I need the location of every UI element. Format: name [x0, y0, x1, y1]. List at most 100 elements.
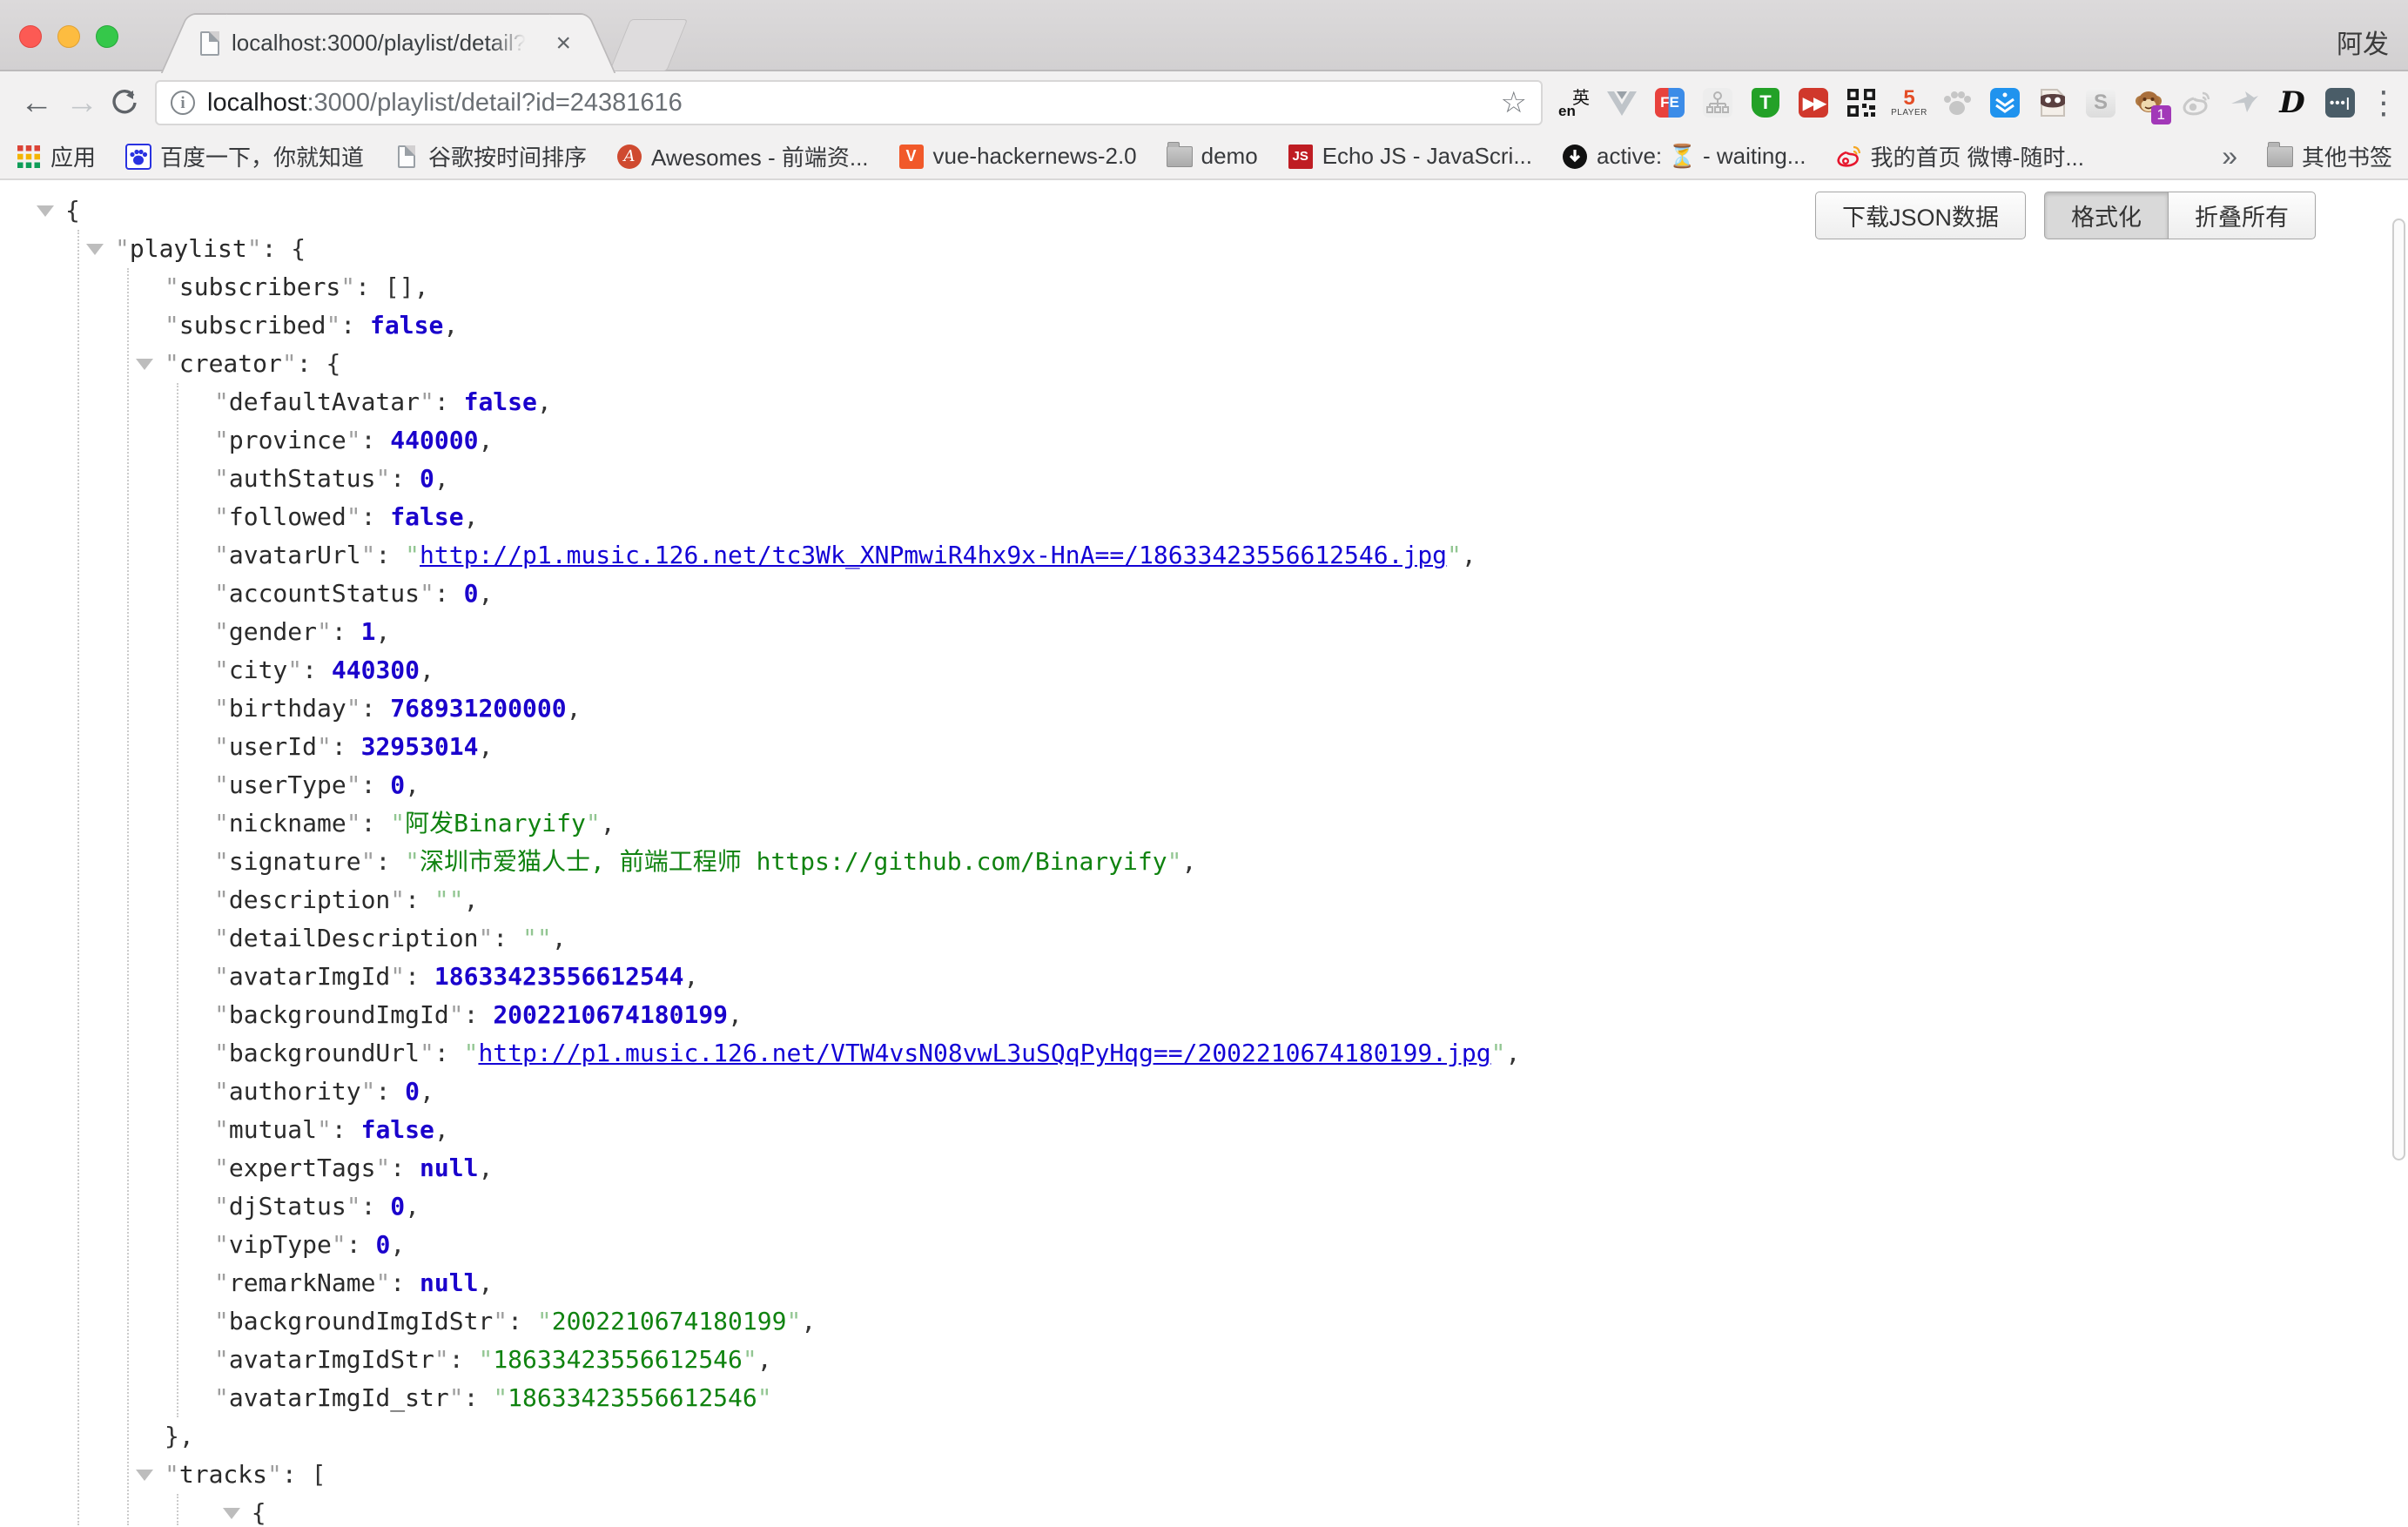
- minimize-window-button[interactable]: [57, 25, 80, 48]
- tampermonkey-extension-icon[interactable]: T: [1750, 87, 1781, 118]
- collapse-toggle-icon[interactable]: [136, 359, 153, 370]
- vue-devtools-extension-icon[interactable]: [1606, 87, 1638, 118]
- browser-tab[interactable]: localhost:3000/playlist/detail? ×: [197, 13, 580, 71]
- json-key: "avatarImgId": [214, 962, 405, 991]
- weibo-gray-extension-icon[interactable]: [2181, 87, 2212, 118]
- json-line: "birthday": 768931200000,: [0, 690, 2408, 728]
- json-punctuation: ,: [434, 1115, 449, 1144]
- json-value: 0: [464, 579, 479, 608]
- json-punctuation: : {: [262, 234, 306, 263]
- translate-extension-icon[interactable]: 英en: [1558, 87, 1590, 118]
- scrollbar-thumb[interactable]: [2392, 219, 2405, 1160]
- password-manager-extension-icon[interactable]: •••|: [2324, 87, 2356, 118]
- dark-reader-extension-icon[interactable]: D: [2277, 87, 2308, 118]
- video-speed-extension-icon[interactable]: ▶▶: [1798, 87, 1829, 118]
- json-line: "djStatus": 0,: [0, 1187, 2408, 1226]
- json-punctuation: ,: [420, 656, 434, 684]
- collapse-all-button[interactable]: 折叠所有: [2168, 192, 2316, 239]
- json-punctuation: :: [375, 1077, 405, 1106]
- browser-menu-icon[interactable]: ⋮: [2368, 84, 2394, 121]
- json-punctuation: :: [390, 1154, 420, 1182]
- tab-title: localhost:3000/playlist/detail?: [232, 30, 526, 57]
- collapse-toggle-icon[interactable]: [136, 1470, 153, 1481]
- format-button[interactable]: 格式化: [2044, 192, 2168, 239]
- json-line: "nickname": "阿发Binaryify",: [0, 804, 2408, 843]
- bookmark-label: vue-hackernews-2.0: [933, 143, 1137, 170]
- json-url-link[interactable]: http://p1.music.126.net/VTW4vsN08vwL3uSQ…: [478, 1039, 1490, 1067]
- download-json-button[interactable]: 下载JSON数据: [1815, 192, 2026, 239]
- bookmark-item[interactable]: demo: [1167, 140, 1258, 172]
- json-value: 0: [390, 1192, 405, 1221]
- json-value: 440300: [332, 656, 420, 684]
- hummingbird-extension-icon[interactable]: [2229, 87, 2260, 118]
- json-punctuation: ,: [478, 1268, 493, 1297]
- collapse-toggle-icon[interactable]: [86, 244, 104, 255]
- user-agent-mask-extension-icon[interactable]: [2037, 87, 2068, 118]
- bookmark-item[interactable]: active: ⏳ - waiting...: [1562, 140, 1806, 172]
- page-info-icon[interactable]: i: [171, 91, 195, 115]
- json-key: "detailDescription": [214, 924, 493, 952]
- json-key: "subscribed": [165, 311, 340, 340]
- json-punctuation: ,: [728, 1000, 743, 1029]
- bookmark-item[interactable]: AAwesomes - 前端资...: [616, 140, 868, 172]
- bookmark-item[interactable]: 百度一下，你就知道: [125, 140, 364, 172]
- window-titlebar: localhost:3000/playlist/detail? × 阿发: [0, 0, 2408, 71]
- url-bar[interactable]: i localhost:3000/playlist/detail?id=2438…: [155, 80, 1543, 125]
- json-punctuation: :: [464, 1000, 494, 1029]
- json-line: "backgroundImgIdStr": "2002210674180199"…: [0, 1302, 2408, 1341]
- browser-profile-name[interactable]: 阿发: [2337, 23, 2389, 61]
- tab-close-icon[interactable]: ×: [550, 30, 576, 57]
- json-punctuation: :: [332, 1115, 361, 1144]
- collapse-toggle-icon[interactable]: [37, 205, 54, 217]
- bookmark-item[interactable]: Vvue-hackernews-2.0: [898, 140, 1137, 172]
- bookmark-item[interactable]: 谷歌按时间排序: [393, 140, 587, 172]
- json-punctuation: ,: [1181, 847, 1196, 876]
- fullscreen-window-button[interactable]: [96, 25, 118, 48]
- html5-player-extension-icon[interactable]: 5PLAYER: [1893, 87, 1925, 118]
- bookmark-item[interactable]: 我的首页 微博-随时...: [1835, 140, 2084, 172]
- collapse-toggle-icon[interactable]: [223, 1508, 240, 1519]
- json-value: null: [420, 1268, 478, 1297]
- json-punctuation: ,: [478, 732, 493, 761]
- other-bookmarks-folder[interactable]: 其他书签: [2267, 140, 2392, 172]
- reload-button[interactable]: [110, 88, 139, 118]
- bookmarks-bar: 应用百度一下，你就知道 谷歌按时间排序 AAwesomes - 前端资... Vvue…: [0, 134, 2408, 180]
- json-key: "gender": [214, 617, 332, 646]
- json-punctuation: :: [434, 1039, 464, 1067]
- json-punctuation: },: [165, 1422, 194, 1450]
- monkey-extension-icon[interactable]: 1: [2133, 87, 2164, 118]
- paw-extension-icon[interactable]: [1941, 87, 1973, 118]
- json-url-link[interactable]: http://p1.music.126.net/tc3Wk_XNPmwiR4hx…: [420, 541, 1447, 569]
- sitemap-extension-icon[interactable]: [1702, 87, 1733, 118]
- json-punctuation: :: [390, 464, 420, 493]
- bookmarks-overflow-icon[interactable]: »: [2222, 140, 2237, 172]
- json-punctuation: ,: [1462, 541, 1476, 569]
- url-text[interactable]: localhost:3000/playlist/detail?id=243816…: [207, 89, 683, 118]
- json-punctuation: {: [252, 1498, 266, 1527]
- stylish-extension-icon[interactable]: S: [2085, 87, 2116, 118]
- json-punctuation: :: [434, 387, 464, 416]
- json-line: "avatarUrl": "http://p1.music.126.net/tc…: [0, 536, 2408, 575]
- bookmark-label: 谷歌按时间排序: [428, 140, 587, 172]
- json-string: "阿发Binaryify": [390, 809, 600, 837]
- json-line: "remarkName": null,: [0, 1264, 2408, 1302]
- bookmark-label: demo: [1201, 143, 1258, 170]
- bookmark-label: 应用: [50, 140, 96, 172]
- json-punctuation: :: [361, 694, 391, 723]
- image-downloader-extension-icon[interactable]: [1989, 87, 2021, 118]
- fe-helper-extension-icon[interactable]: FE: [1654, 87, 1685, 118]
- json-key: "backgroundUrl": [214, 1039, 434, 1067]
- json-punctuation: :: [361, 809, 391, 837]
- json-key: "birthday": [214, 694, 361, 723]
- bookmark-star-icon[interactable]: ☆: [1501, 85, 1527, 120]
- folder-icon: [1167, 144, 1193, 170]
- json-punctuation: :: [405, 962, 434, 991]
- close-window-button[interactable]: [19, 25, 42, 48]
- new-tab-button[interactable]: [609, 19, 688, 71]
- qr-code-extension-icon[interactable]: [1846, 87, 1877, 118]
- json-punctuation: ,: [464, 885, 479, 914]
- bookmark-item[interactable]: 应用: [16, 140, 96, 172]
- bookmark-item[interactable]: JSEcho JS - JavaScri...: [1288, 140, 1532, 172]
- back-button[interactable]: ←: [14, 86, 59, 119]
- download-circle-icon: [1562, 144, 1588, 170]
